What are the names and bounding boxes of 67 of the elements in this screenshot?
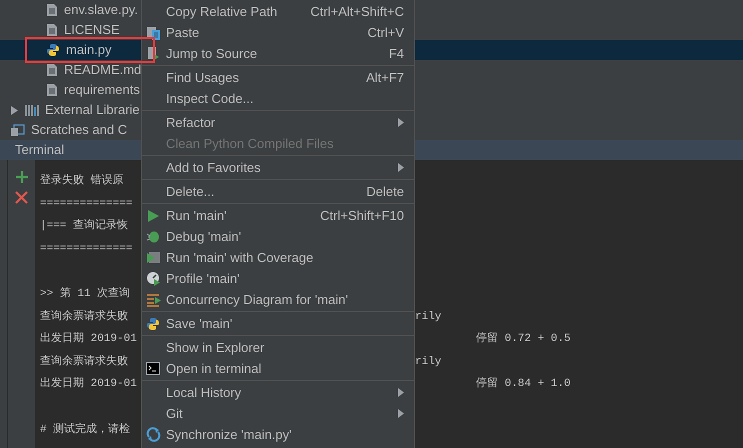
file-icon: [46, 23, 58, 37]
file-icon: [46, 3, 58, 17]
tree-item[interactable]: Scratches and C: [0, 120, 141, 140]
close-icon[interactable]: [15, 191, 28, 204]
terminal-line: # 测试完成，请检: [40, 422, 130, 438]
expand-arrow-icon[interactable]: [10, 106, 19, 114]
menu-item[interactable]: Refactor: [142, 112, 414, 133]
bars-icon: [25, 103, 39, 117]
gauge-icon: [146, 271, 161, 286]
terminal-line: >> 第 11 次查询: [40, 286, 130, 302]
clipboard-icon: [146, 25, 161, 40]
tree-item[interactable]: LICENSE: [0, 20, 141, 40]
terminal-line: 停留 0.84 + 1.0: [476, 376, 571, 392]
diagram-icon: [146, 292, 162, 306]
menu-item[interactable]: Show in Explorer: [142, 337, 414, 358]
add-icon[interactable]: [14, 170, 28, 184]
menu-item[interactable]: Delete... Delete: [142, 181, 414, 202]
file-icon: [46, 83, 58, 97]
terminal-line: 出发日期 2019-01: [40, 376, 137, 392]
menu-item[interactable]: Inspect Code...: [142, 88, 414, 109]
terminal-icon: [146, 362, 160, 375]
menu-item[interactable]: Paste Ctrl+V: [142, 22, 414, 43]
menu-item[interactable]: Add to Favorites: [142, 157, 414, 178]
terminal-line: rily: [415, 354, 442, 370]
terminal-line: ==============: [40, 242, 132, 257]
terminal-line: 查询余票请求失败: [40, 309, 128, 325]
tree-item[interactable]: main.py: [0, 40, 141, 60]
python-icon: [146, 316, 160, 330]
scratch-file-icon: [10, 124, 25, 136]
shortcut-label: Delete: [366, 182, 404, 201]
python-icon: [46, 43, 60, 57]
menu-item[interactable]: Jump to Source F4: [142, 43, 414, 64]
menu-item[interactable]: Profile 'main': [142, 268, 414, 289]
menu-item[interactable]: Synchronize 'main.py': [142, 424, 414, 445]
document-arrow-icon: [146, 46, 161, 61]
terminal-line: rily: [415, 310, 442, 325]
sync-icon: [146, 427, 161, 442]
terminal-line: 停留 0.72 + 0.5: [476, 331, 571, 348]
bug-icon: [146, 229, 161, 244]
terminal-line: 出发日期 2019-01: [40, 331, 137, 348]
shortcut-label: Alt+F7: [366, 68, 404, 87]
tree-item[interactable]: env.slave.py.: [0, 0, 141, 20]
menu-item[interactable]: Open in terminal: [142, 358, 414, 379]
terminal-line: 查询余票请求失败: [40, 354, 128, 370]
menu-item[interactable]: Copy Relative Path Ctrl+Alt+Shift+C: [142, 1, 414, 22]
menu-item[interactable]: Local History: [142, 382, 414, 403]
panel-title: Terminal: [15, 141, 64, 160]
terminal-line: 登录失败 错误原: [40, 173, 124, 190]
tree-item[interactable]: requirements: [0, 80, 141, 100]
menu-item[interactable]: Debug 'main': [142, 226, 414, 247]
menu-item[interactable]: Run 'main' Ctrl+Shift+F10: [142, 205, 414, 226]
menu-item[interactable]: Save 'main': [142, 313, 414, 334]
file-icon: [46, 63, 58, 77]
coverage-icon: [146, 250, 161, 265]
shortcut-label: Ctrl+Alt+Shift+C: [310, 2, 404, 21]
shortcut-label: Ctrl+V: [368, 24, 404, 42]
menu-item[interactable]: Git: [142, 403, 414, 424]
terminal-line: |=== 查询记录恢: [40, 218, 128, 234]
shortcut-label: F4: [388, 44, 404, 63]
menu-item[interactable]: Concurrency Diagram for 'main': [142, 289, 414, 310]
run-icon: [146, 208, 160, 222]
menu-item[interactable]: Run 'main' with Coverage: [142, 247, 414, 268]
tree-item[interactable]: README.md: [0, 60, 141, 80]
shortcut-label: Ctrl+Shift+F10: [320, 206, 404, 225]
menu-item[interactable]: Find Usages Alt+F7: [142, 67, 414, 88]
tree-item[interactable]: External Librarie: [0, 100, 141, 120]
terminal-line: ==============: [40, 196, 132, 212]
